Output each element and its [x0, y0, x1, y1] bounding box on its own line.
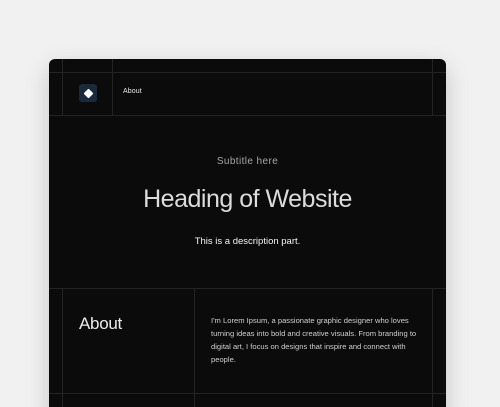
about-section-title: About: [79, 314, 122, 333]
grid-line-horizontal-section-divider: [49, 288, 446, 289]
grid-line-vertical-right: [432, 59, 433, 115]
grid-line-vertical-about-divider: [194, 288, 195, 407]
grid-line-horizontal-header-bottom: [49, 115, 446, 116]
about-section-text: I'm Lorem Ipsum, a passionate graphic de…: [211, 316, 417, 364]
nav-link-about[interactable]: About: [123, 88, 142, 95]
logo-button[interactable]: [79, 84, 97, 102]
hero-description: This is a description part.: [194, 236, 301, 247]
hero-subtitle: Subtitle here: [216, 156, 279, 167]
grid-line-vertical-left: [62, 59, 63, 115]
grid-line-horizontal-top: [49, 72, 446, 73]
page: About Subtitle here Heading of Website T…: [0, 0, 500, 407]
grid-line-vertical-right-lower: [432, 288, 433, 407]
grid-line-vertical-logo: [112, 59, 113, 115]
diamond-logo-icon: [83, 88, 93, 98]
grid-line-vertical-left-lower: [62, 288, 63, 407]
grid-line-horizontal-lower: [49, 393, 446, 394]
hero-heading: Heading of Website: [143, 185, 352, 213]
website-preview-window: About Subtitle here Heading of Website T…: [49, 59, 446, 407]
